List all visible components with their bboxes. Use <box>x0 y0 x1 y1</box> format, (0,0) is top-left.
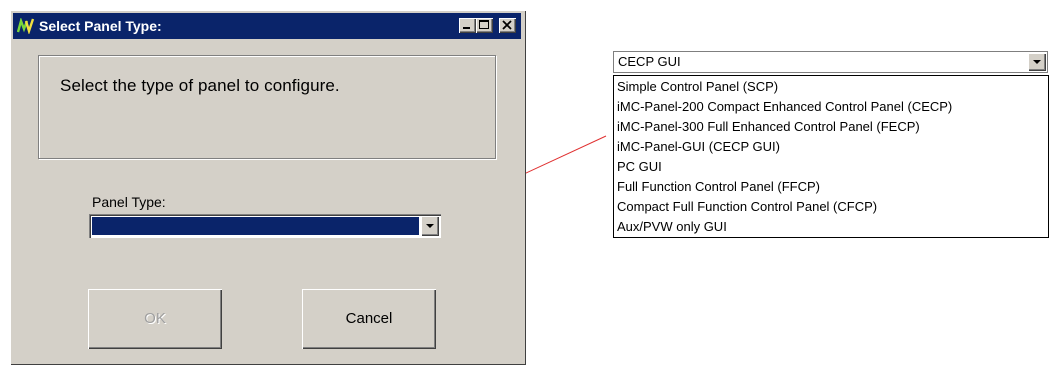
option-scp[interactable]: Simple Control Panel (SCP) <box>617 77 1048 97</box>
option-ffcp[interactable]: Full Function Control Panel (FFCP) <box>617 177 1048 197</box>
callout-selected-value: CECP GUI <box>618 54 681 69</box>
ok-button[interactable]: OK <box>88 289 222 349</box>
minimize-button[interactable] <box>459 18 476 33</box>
combobox-selection-highlight <box>92 217 419 235</box>
maximize-icon <box>479 20 489 29</box>
close-icon <box>502 20 512 30</box>
minimize-icon <box>463 27 470 29</box>
chevron-down-icon <box>426 224 434 228</box>
option-aux-pvw-gui[interactable]: Aux/PVW only GUI <box>617 217 1048 237</box>
panel-type-label: Panel Type: <box>92 194 166 210</box>
title-bar[interactable]: Select Panel Type: <box>13 13 521 39</box>
maximize-button[interactable] <box>476 18 493 33</box>
panel-type-combobox[interactable] <box>89 214 441 238</box>
option-cecp[interactable]: iMC-Panel-200 Compact Enhanced Control P… <box>617 97 1048 117</box>
close-button[interactable] <box>499 18 516 33</box>
option-pc-gui[interactable]: PC GUI <box>617 157 1048 177</box>
option-fecp[interactable]: iMC-Panel-300 Full Enhanced Control Pane… <box>617 117 1048 137</box>
chevron-down-icon <box>1033 60 1041 64</box>
window-title: Select Panel Type: <box>39 18 162 34</box>
combobox-dropdown-button[interactable] <box>421 216 439 236</box>
nv-logo-icon <box>17 18 35 34</box>
option-cecp-gui[interactable]: iMC-Panel-GUI (CECP GUI) <box>617 137 1048 157</box>
select-panel-type-dialog: Select Panel Type: Select the type of pa… <box>10 10 526 365</box>
callout-combobox[interactable]: CECP GUI <box>613 51 1048 73</box>
cancel-button[interactable]: Cancel <box>302 289 436 349</box>
message-panel: Select the type of panel to configure. <box>38 55 496 159</box>
instruction-text: Select the type of panel to configure. <box>60 76 340 95</box>
option-cfcp[interactable]: Compact Full Function Control Panel (CFC… <box>617 197 1048 217</box>
panel-type-options-list: Simple Control Panel (SCP) iMC-Panel-200… <box>613 75 1049 238</box>
callout-dropdown-button[interactable] <box>1028 53 1046 71</box>
